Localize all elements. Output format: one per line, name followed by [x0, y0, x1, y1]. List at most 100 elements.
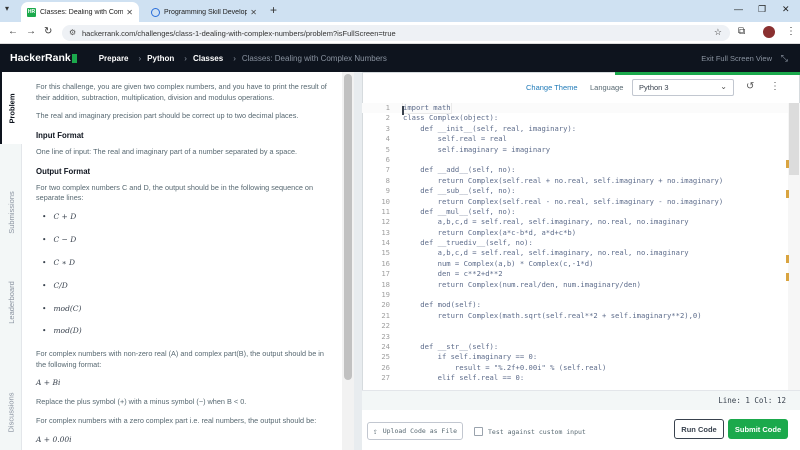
back-icon[interactable]: ← [8, 26, 18, 37]
output-format-heading: Output Format [36, 166, 91, 176]
code-line[interactable]: 3 def __init__(self, real, imaginary): [362, 124, 788, 134]
hackerrank-logo[interactable]: HackerRank [10, 52, 77, 64]
crumb-python[interactable]: Python [147, 54, 174, 63]
code-line[interactable]: 17 den = c**2+d**2 [362, 269, 788, 279]
zero-format: A + 0.00i [36, 434, 72, 444]
pane-resizer[interactable] [354, 72, 362, 450]
profile-avatar[interactable] [763, 26, 775, 38]
action-bar: ⇪ Upload Code as File Test against custo… [362, 410, 800, 450]
lint-marker [786, 160, 789, 168]
browser-tab-active[interactable]: HR Classes: Dealing with Complex ✕ [21, 2, 139, 22]
new-tab-icon[interactable]: + [270, 3, 277, 17]
code-line[interactable]: 19 [362, 290, 788, 300]
more-options-icon[interactable]: ⋮ [770, 81, 780, 92]
upload-code-button[interactable]: ⇪ Upload Code as File [367, 422, 463, 440]
code-line[interactable]: 10 return Complex(self.real - no.real, s… [362, 197, 788, 207]
tab-submissions[interactable]: Submissions [0, 182, 22, 242]
code-text: import math [402, 103, 452, 115]
code-text: a,b,c,d = self.real, self.imaginary, no.… [403, 217, 689, 227]
submit-code-button[interactable]: Submit Code [728, 419, 788, 439]
nonzero-text: For complex numbers with non-zero real (… [36, 349, 324, 369]
problem-scrollbar-thumb[interactable] [344, 74, 352, 380]
code-line[interactable]: 14 def __truediv__(self, no): [362, 238, 788, 248]
maximize-icon[interactable]: ❐ [758, 4, 766, 15]
line-number: 3 [385, 123, 390, 133]
close-icon[interactable]: ✕ [126, 8, 133, 17]
globe-icon [151, 7, 160, 17]
line-number: 22 [381, 321, 390, 331]
window-close-icon[interactable]: ✕ [782, 4, 790, 15]
code-line[interactable]: 27 elif self.real == 0: [362, 373, 788, 383]
lint-marker [786, 190, 789, 198]
code-line[interactable]: 20 def mod(self): [362, 300, 788, 310]
crumb-prepare[interactable]: Prepare [99, 54, 129, 63]
exit-fullscreen-link[interactable]: Exit Full Screen View [701, 54, 772, 63]
reload-icon[interactable]: ↻ [44, 26, 52, 37]
language-select[interactable]: Python 3 ⌄ [632, 79, 734, 96]
code-text: def __truediv__(self, no): [403, 238, 533, 248]
code-line[interactable]: 23 [362, 332, 788, 342]
tab-leaderboard[interactable]: Leaderboard [0, 272, 22, 332]
line-number: 16 [381, 258, 390, 268]
forward-icon[interactable]: → [26, 26, 36, 37]
tab-discussions[interactable]: Discussions [0, 382, 22, 442]
code-line[interactable]: 16 num = Complex(a,b) * Complex(c,-1*d) [362, 259, 788, 269]
code-line[interactable]: 4 self.real = real [362, 134, 788, 144]
code-line[interactable]: 5 self.imaginary = imaginary [362, 145, 788, 155]
tab-label: Leaderboard [6, 280, 16, 324]
tab-problem[interactable]: Problem [0, 72, 22, 144]
code-text: result = "%.2f+0.00i" % (self.real) [403, 362, 607, 372]
close-icon[interactable]: ✕ [250, 8, 257, 17]
code-line[interactable]: 26 result = "%.2f+0.00i" % (self.real) [362, 363, 788, 373]
crumb-separator: › [233, 53, 236, 63]
code-line[interactable]: 11 def __mul__(self, no): [362, 207, 788, 217]
list-item: mod(D) [42, 326, 328, 337]
line-number: 23 [381, 331, 390, 341]
editor-toolbar: Change Theme Language Python 3 ⌄ ↺ ⋮ [362, 76, 800, 100]
code-line[interactable]: 9 def __sub__(self, no): [362, 186, 788, 196]
history-icon[interactable]: ↺ [746, 81, 754, 92]
code-line[interactable]: 8 return Complex(self.real + no.real, se… [362, 176, 788, 186]
code-line[interactable]: 12 a,b,c,d = self.real, self.imaginary, … [362, 217, 788, 227]
zero-text: For complex numbers with a zero complex … [36, 415, 317, 425]
code-line[interactable]: 24 def __str__(self): [362, 342, 788, 352]
custom-input-label[interactable]: Test against custom input [488, 428, 586, 436]
code-text: return Complex(num.real/den, num.imagina… [403, 279, 641, 289]
change-theme-link[interactable]: Change Theme [526, 83, 578, 92]
site-info-icon[interactable]: ⚙ [69, 28, 76, 37]
code-line[interactable]: 21 return Complex(math.sqrt(self.real**2… [362, 311, 788, 321]
run-code-button[interactable]: Run Code [674, 419, 724, 439]
crumb-classes[interactable]: Classes [193, 54, 223, 63]
browser-menu-icon[interactable]: ⋮ [786, 26, 796, 37]
tab-title: Programming Skill Development [164, 8, 248, 16]
code-line[interactable]: 18 return Complex(num.real/den, num.imag… [362, 280, 788, 290]
tab-search-icon[interactable]: ▾ [5, 4, 9, 13]
language-label: Language [590, 83, 624, 92]
collapse-fullscreen-icon[interactable]: ⤡ [781, 53, 788, 64]
extensions-icon[interactable]: ⧉ [738, 26, 745, 37]
code-line[interactable]: 6 [362, 155, 788, 165]
line-number: 26 [381, 362, 390, 372]
minimize-icon[interactable]: — [734, 4, 743, 14]
code-line[interactable]: 7 def __add__(self, no): [362, 165, 788, 175]
side-tabs: Problem Submissions Leaderboard Discussi… [0, 72, 22, 450]
code-line[interactable]: 15 a,b,c,d = self.real, self.imaginary, … [362, 248, 788, 258]
code-line[interactable]: 22 [362, 321, 788, 331]
code-line[interactable]: 13 return Complex(a*c-b*d, a*d+c*b) [362, 228, 788, 238]
code-scrollbar-thumb[interactable] [789, 103, 799, 175]
crumb-current: Classes: Dealing with Complex Numbers [241, 53, 387, 63]
hackerrank-favicon-icon: HR [27, 7, 36, 17]
url-field[interactable]: ⚙ hackerrank.com/challenges/class-1-deal… [62, 25, 730, 41]
hackerrank-navbar: HackerRank Prepare › Python › Classes › … [0, 44, 800, 72]
code-area[interactable]: 1 import math 2 class Complex(object): 3 def… [362, 103, 788, 388]
code-text: class Complex(object): [403, 113, 499, 123]
browser-tab-inactive[interactable]: Programming Skill Development ✕ [145, 2, 263, 22]
line-number: 13 [381, 227, 390, 237]
crumb-separator: › [184, 53, 187, 63]
code-line[interactable]: 25 if self.imaginary == 0: [362, 352, 788, 362]
code-line[interactable]: 2 class Complex(object): [362, 113, 788, 123]
output-format-text: For two complex numbers C and D, the out… [36, 182, 314, 203]
code-line[interactable]: 1 import math [362, 103, 788, 115]
bookmark-star-icon[interactable]: ☆ [714, 27, 722, 38]
custom-input-checkbox[interactable] [474, 427, 483, 436]
